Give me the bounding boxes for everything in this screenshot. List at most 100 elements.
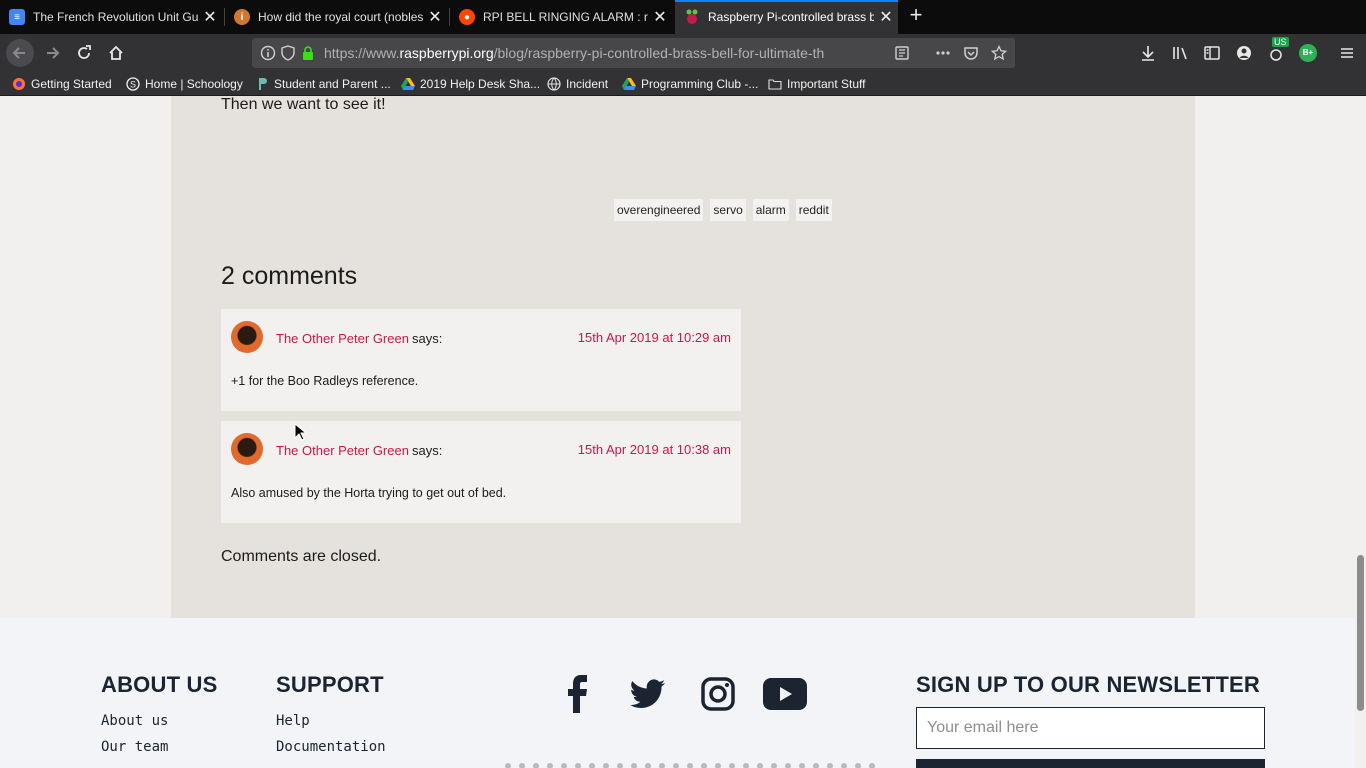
dot[interactable] bbox=[589, 763, 595, 768]
dot[interactable] bbox=[505, 763, 511, 768]
newsletter-email-input[interactable]: Your email here bbox=[916, 707, 1265, 749]
more-actions-icon[interactable] bbox=[935, 45, 951, 61]
our-team-link[interactable]: Our team bbox=[101, 739, 168, 755]
dot[interactable] bbox=[771, 763, 777, 768]
menu-icon[interactable] bbox=[1338, 44, 1356, 62]
page-scrollbar[interactable] bbox=[1355, 96, 1366, 768]
reload-button[interactable] bbox=[70, 39, 98, 67]
comment-author-link[interactable]: The Other Peter Green bbox=[276, 331, 409, 346]
dot[interactable] bbox=[631, 763, 637, 768]
tracking-protection-icon[interactable] bbox=[280, 45, 296, 61]
dot[interactable] bbox=[757, 763, 763, 768]
dot[interactable] bbox=[855, 763, 861, 768]
dot[interactable] bbox=[729, 763, 735, 768]
tag-overengineered[interactable]: overengineered bbox=[614, 199, 704, 221]
dot[interactable] bbox=[603, 763, 609, 768]
about-us-link[interactable]: About us bbox=[101, 713, 168, 729]
tag-alarm[interactable]: alarm bbox=[752, 199, 789, 221]
bookmark-label: Incident bbox=[566, 77, 609, 91]
twitter-icon[interactable] bbox=[625, 674, 671, 714]
close-tab-icon[interactable]: ✕ bbox=[198, 7, 222, 27]
bookmark-programming-club[interactable]: Programming Club -... bbox=[622, 75, 758, 93]
tab-rpi-bell-alarm[interactable]: ● RPI BELL RINGING ALARM : ras ✕ bbox=[450, 0, 672, 34]
dot[interactable] bbox=[687, 763, 693, 768]
documentation-link[interactable]: Documentation bbox=[276, 739, 386, 755]
account-icon[interactable] bbox=[1235, 44, 1253, 62]
arrow-right-icon bbox=[47, 47, 60, 59]
extension-vpn-icon[interactable]: US bbox=[1267, 37, 1289, 62]
tab-title: The French Revolution Unit Gui bbox=[33, 10, 198, 24]
back-button[interactable] bbox=[6, 39, 34, 67]
instagram-icon[interactable] bbox=[695, 674, 741, 714]
dot[interactable] bbox=[715, 763, 721, 768]
url-text[interactable]: https://www.raspberrypi.org/blog/raspber… bbox=[324, 45, 864, 61]
lock-icon[interactable] bbox=[300, 45, 316, 61]
facebook-icon[interactable] bbox=[555, 674, 601, 714]
forward-button[interactable] bbox=[38, 39, 66, 67]
downloads-icon[interactable] bbox=[1139, 44, 1157, 62]
bookmark-important-stuff[interactable]: Important Stuff bbox=[768, 75, 866, 93]
bookmark-help-desk[interactable]: 2019 Help Desk Sha... bbox=[401, 75, 540, 93]
reddit-icon: ● bbox=[459, 9, 475, 25]
tab-raspberry-pi-bell[interactable]: Raspberry Pi-controlled brass b ✕ bbox=[675, 0, 898, 34]
dot[interactable] bbox=[533, 763, 539, 768]
dot[interactable] bbox=[659, 763, 665, 768]
dot[interactable] bbox=[743, 763, 749, 768]
comment-author-link[interactable]: The Other Peter Green bbox=[276, 443, 409, 458]
bookmark-star-icon[interactable] bbox=[990, 44, 1008, 61]
home-button[interactable] bbox=[102, 39, 130, 67]
extension-b-plus-icon[interactable]: B+ bbox=[1299, 44, 1317, 62]
newsletter-signup-button[interactable] bbox=[916, 759, 1265, 768]
article-text: Then we want to see it! bbox=[221, 96, 386, 113]
dot[interactable] bbox=[575, 763, 581, 768]
avatar bbox=[231, 321, 263, 353]
bookmark-student-parent[interactable]: Student and Parent ... bbox=[255, 75, 391, 93]
close-tab-icon[interactable]: ✕ bbox=[423, 7, 447, 27]
tag-reddit[interactable]: reddit bbox=[795, 199, 832, 221]
dot[interactable] bbox=[617, 763, 623, 768]
bookmark-label: Getting Started bbox=[31, 77, 112, 91]
bookmark-label: Programming Club -... bbox=[641, 77, 759, 91]
dot[interactable] bbox=[827, 763, 833, 768]
url-domain: raspberrypi.org bbox=[399, 45, 494, 61]
dot[interactable] bbox=[799, 763, 805, 768]
site-favicon-icon: i bbox=[234, 9, 250, 25]
dot[interactable] bbox=[701, 763, 707, 768]
dot[interactable] bbox=[785, 763, 791, 768]
pocket-icon[interactable] bbox=[963, 45, 979, 61]
dot[interactable] bbox=[841, 763, 847, 768]
dot[interactable] bbox=[813, 763, 819, 768]
new-tab-button[interactable]: + bbox=[904, 4, 928, 28]
scrollbar-thumb[interactable] bbox=[1357, 555, 1364, 711]
bookmark-incident[interactable]: Incident bbox=[547, 75, 608, 93]
bookmark-schoology[interactable]: S Home | Schoology bbox=[126, 75, 243, 93]
tab-french-revolution[interactable]: ≡ The French Revolution Unit Gui ✕ bbox=[0, 0, 222, 34]
sidebar-icon[interactable] bbox=[1203, 44, 1221, 62]
dot[interactable] bbox=[561, 763, 567, 768]
bookmark-getting-started[interactable]: Getting Started bbox=[12, 75, 112, 93]
svg-text:S: S bbox=[130, 80, 136, 90]
url-prefix: https://www. bbox=[324, 45, 400, 61]
article-content: Then we want to see it! overengineered s… bbox=[171, 96, 1195, 618]
bookmark-label: Important Stuff bbox=[787, 77, 866, 91]
youtube-icon[interactable] bbox=[762, 674, 808, 714]
tab-royal-court[interactable]: i How did the royal court (nobles ✕ bbox=[225, 0, 447, 34]
tag-servo[interactable]: servo bbox=[710, 199, 746, 221]
dot[interactable] bbox=[547, 763, 553, 768]
reader-view-icon[interactable] bbox=[894, 45, 910, 61]
dot[interactable] bbox=[645, 763, 651, 768]
dot[interactable] bbox=[869, 763, 875, 768]
extension-badge: US bbox=[1272, 37, 1289, 47]
dot[interactable] bbox=[673, 763, 679, 768]
comment-date-link[interactable]: 15th Apr 2019 at 10:38 am bbox=[578, 442, 731, 457]
url-bar[interactable]: https://www.raspberrypi.org/blog/raspber… bbox=[252, 38, 1015, 68]
library-icon[interactable] bbox=[1171, 44, 1189, 62]
close-tab-icon[interactable]: ✕ bbox=[874, 7, 898, 27]
tab-title: Raspberry Pi-controlled brass b bbox=[708, 10, 874, 24]
firefox-icon bbox=[12, 77, 26, 91]
dot[interactable] bbox=[519, 763, 525, 768]
info-icon[interactable] bbox=[260, 45, 276, 61]
comment-date-link[interactable]: 15th Apr 2019 at 10:29 am bbox=[578, 330, 731, 345]
close-tab-icon[interactable]: ✕ bbox=[648, 7, 672, 27]
help-link[interactable]: Help bbox=[276, 713, 310, 729]
